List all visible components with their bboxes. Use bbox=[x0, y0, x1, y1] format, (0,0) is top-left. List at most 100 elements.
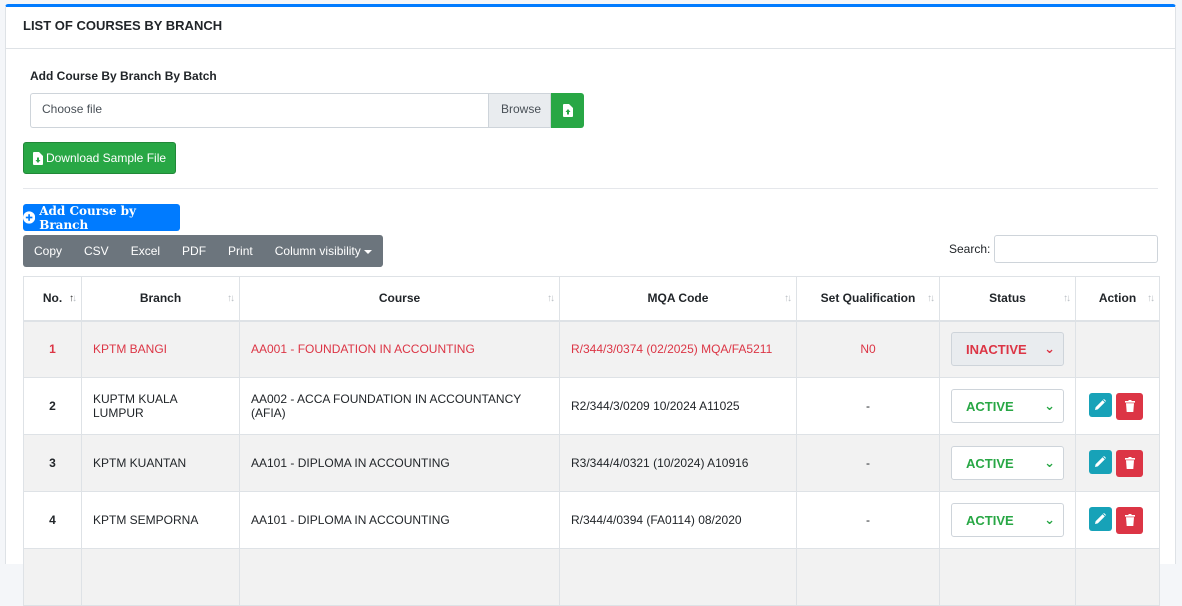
browse-button[interactable]: Browse bbox=[488, 93, 551, 128]
sort-arrows-icon: ↑↓ bbox=[69, 293, 77, 304]
pencil-icon bbox=[1095, 399, 1106, 410]
chevron-down-icon: ⌄ bbox=[1044, 512, 1055, 527]
chevron-down-icon: ⌄ bbox=[1044, 341, 1055, 357]
row-cell bbox=[796, 548, 940, 606]
trash-icon bbox=[1124, 400, 1135, 412]
row-course: AA101 - DIPLOMA IN ACCOUNTING bbox=[239, 434, 560, 492]
table-row: 2 KUPTM KUALA LUMPUR AA002 - ACCA FOUNDA… bbox=[23, 377, 1160, 435]
column-visibility-button[interactable]: Column visibility bbox=[264, 235, 383, 267]
add-course-by-branch-button[interactable]: Add Course by Branch bbox=[23, 204, 180, 232]
batch-upload-label: Add Course By Branch By Batch bbox=[30, 69, 217, 83]
pencil-icon bbox=[1095, 456, 1106, 467]
page-title: LIST OF COURSES BY BRANCH bbox=[6, 7, 1175, 49]
row-course: AA002 - ACCA FOUNDATION IN ACCOUNTANCY (… bbox=[239, 377, 560, 435]
column-header-status[interactable]: Status ↑↓ bbox=[939, 276, 1076, 322]
table-row: 4 KPTM SEMPORNA AA101 - DIPLOMA IN ACCOU… bbox=[23, 491, 1160, 549]
courses-table: No. ↑↓ Branch ↑↓ Course ↑↓ MQA Code ↑↓ Set Q… bbox=[23, 276, 1160, 606]
table-header-row: No. ↑↓ Branch ↑↓ Course ↑↓ MQA Code ↑↓ Set Q… bbox=[23, 276, 1160, 322]
search-label: Search: bbox=[949, 242, 991, 256]
column-header-branch-label: Branch bbox=[139, 291, 182, 306]
delete-button[interactable] bbox=[1116, 506, 1143, 534]
plus-circle-icon bbox=[23, 211, 36, 224]
file-input[interactable]: Choose file bbox=[30, 93, 488, 128]
row-cell bbox=[559, 548, 797, 606]
row-branch: KUPTM KUALA LUMPUR bbox=[81, 377, 240, 435]
row-branch: KPTM SEMPORNA bbox=[81, 491, 240, 549]
pencil-icon bbox=[1095, 513, 1106, 524]
file-upload-icon bbox=[562, 104, 573, 117]
row-set-qualification: - bbox=[796, 434, 940, 492]
download-sample-button[interactable]: Download Sample File bbox=[23, 142, 176, 174]
row-branch: KPTM KUANTAN bbox=[81, 434, 240, 492]
status-select[interactable]: ACTIVE ⌄ bbox=[951, 389, 1064, 423]
row-status-cell: ACTIVE ⌄ bbox=[939, 491, 1076, 549]
excel-button[interactable]: Excel bbox=[120, 235, 171, 267]
row-cell bbox=[81, 548, 240, 606]
row-action-cell bbox=[1075, 434, 1160, 492]
sort-arrows-icon: ↑↓ bbox=[1147, 293, 1155, 304]
status-select[interactable]: INACTIVE ⌄ bbox=[951, 332, 1064, 367]
caret-down-icon bbox=[363, 249, 372, 254]
column-header-no-label: No. bbox=[42, 291, 63, 306]
export-button-group: Copy CSV Excel PDF Print Column visibili… bbox=[23, 235, 383, 267]
edit-button[interactable] bbox=[1089, 506, 1112, 531]
column-header-status-label: Status bbox=[989, 291, 1026, 306]
download-sample-label: Download Sample File bbox=[45, 151, 167, 165]
status-select[interactable]: ACTIVE ⌄ bbox=[951, 503, 1064, 537]
sort-arrows-icon: ↑↓ bbox=[1063, 293, 1071, 304]
row-mqa-code: R3/344/4/0321 (10/2024) A10916 bbox=[559, 434, 797, 492]
file-download-icon bbox=[32, 151, 43, 165]
edit-button[interactable] bbox=[1089, 449, 1112, 474]
search-input[interactable] bbox=[994, 235, 1158, 263]
pdf-button[interactable]: PDF bbox=[171, 235, 217, 267]
chevron-down-icon: ⌄ bbox=[1044, 398, 1055, 413]
csv-button[interactable]: CSV bbox=[73, 235, 120, 267]
column-header-branch[interactable]: Branch ↑↓ bbox=[81, 276, 240, 322]
delete-button[interactable] bbox=[1116, 449, 1143, 477]
edit-button[interactable] bbox=[1089, 392, 1112, 417]
row-no: 4 bbox=[23, 491, 82, 549]
status-select[interactable]: ACTIVE ⌄ bbox=[951, 446, 1064, 480]
column-header-course[interactable]: Course ↑↓ bbox=[239, 276, 560, 322]
print-button[interactable]: Print bbox=[217, 235, 264, 267]
column-header-action-label: Action bbox=[1098, 291, 1137, 306]
sort-arrows-icon: ↑↓ bbox=[784, 293, 792, 304]
row-branch: KPTM BANGI bbox=[81, 320, 240, 378]
row-mqa-code: R/344/4/0394 (FA0114) 08/2020 bbox=[559, 491, 797, 549]
upload-submit-button[interactable] bbox=[551, 93, 584, 128]
trash-icon bbox=[1124, 514, 1135, 526]
row-cell bbox=[1075, 548, 1160, 606]
column-header-mqa-code[interactable]: MQA Code ↑↓ bbox=[559, 276, 797, 322]
delete-button[interactable] bbox=[1116, 392, 1143, 420]
row-mqa-code: R/344/3/0374 (02/2025) MQA/FA5211 bbox=[559, 320, 797, 378]
column-header-no[interactable]: No. ↑↓ bbox=[23, 276, 82, 322]
sort-arrows-icon: ↑↓ bbox=[927, 293, 935, 304]
copy-button[interactable]: Copy bbox=[23, 235, 73, 267]
column-header-qual-label: Set Qualification bbox=[820, 291, 916, 306]
chevron-down-icon: ⌄ bbox=[1044, 455, 1055, 470]
column-header-course-label: Course bbox=[378, 291, 421, 306]
row-set-qualification: - bbox=[796, 491, 940, 549]
sort-arrows-icon: ↑↓ bbox=[227, 293, 235, 304]
row-no: 1 bbox=[23, 320, 82, 378]
file-upload-group: Choose file Browse bbox=[30, 93, 584, 128]
trash-icon bbox=[1124, 457, 1135, 469]
row-course: AA001 - FOUNDATION IN ACCOUNTING bbox=[239, 320, 560, 378]
row-no: 3 bbox=[23, 434, 82, 492]
table-row: 1 KPTM BANGI AA001 - FOUNDATION IN ACCOU… bbox=[23, 320, 1160, 378]
row-set-qualification: - bbox=[796, 377, 940, 435]
column-header-action[interactable]: Action ↑↓ bbox=[1075, 276, 1160, 322]
row-cell bbox=[239, 548, 560, 606]
row-action-cell bbox=[1075, 491, 1160, 549]
row-no: 2 bbox=[23, 377, 82, 435]
table-row bbox=[23, 548, 1160, 606]
row-action-cell bbox=[1075, 377, 1160, 435]
status-value: ACTIVE bbox=[966, 398, 1014, 414]
column-header-set-qualification[interactable]: Set Qualification ↑↓ bbox=[796, 276, 940, 322]
status-value: INACTIVE bbox=[966, 341, 1027, 357]
row-status-cell: ACTIVE ⌄ bbox=[939, 434, 1076, 492]
sort-arrows-icon: ↑↓ bbox=[547, 293, 555, 304]
row-status-cell: ACTIVE ⌄ bbox=[939, 377, 1076, 435]
row-set-qualification: N0 bbox=[796, 320, 940, 378]
column-header-mqa-label: MQA Code bbox=[647, 291, 709, 306]
